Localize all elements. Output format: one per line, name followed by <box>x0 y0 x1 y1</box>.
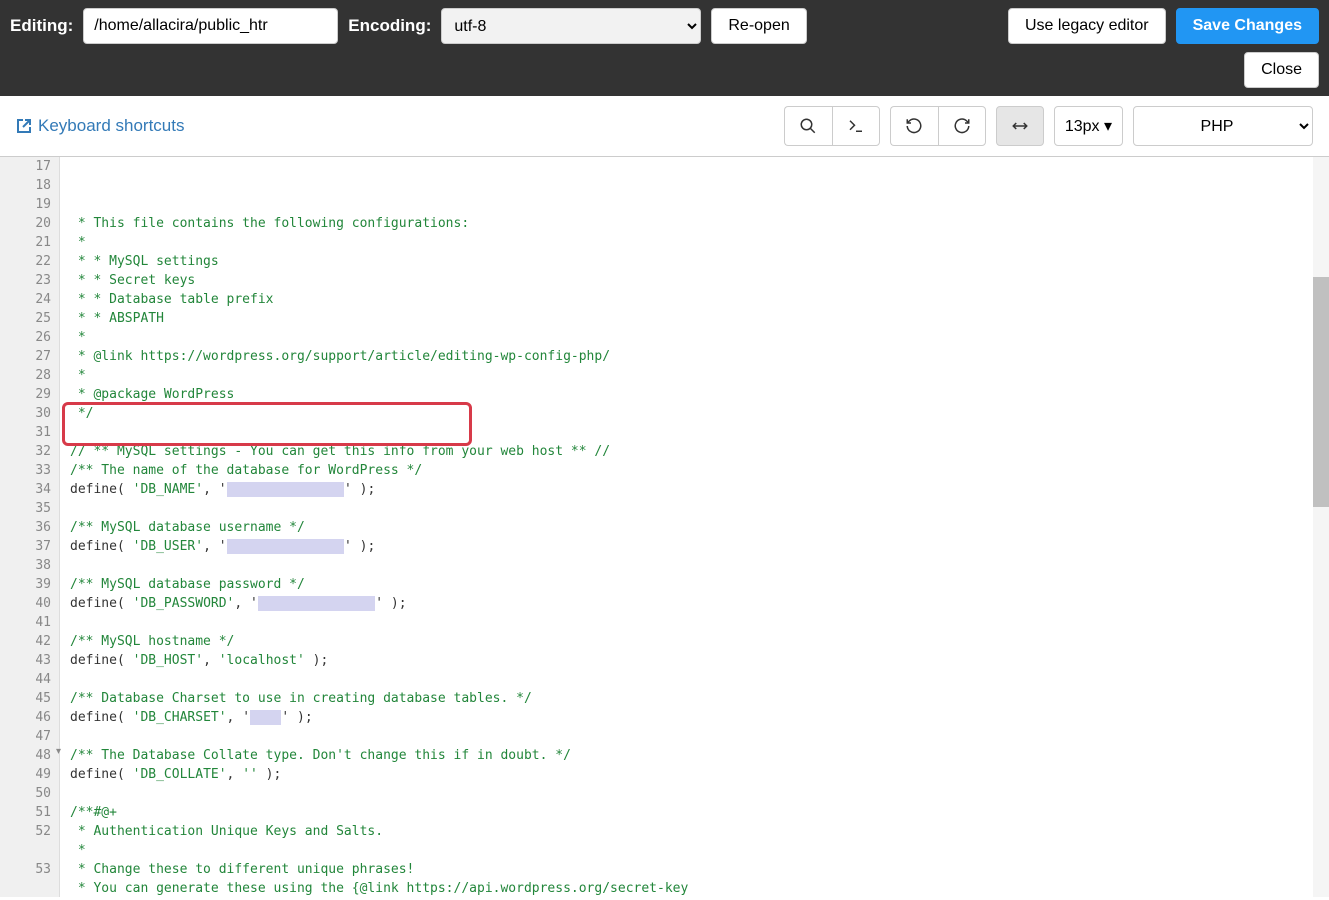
search-button[interactable] <box>784 106 832 146</box>
keyboard-shortcuts-link[interactable]: Keyboard shortcuts <box>16 116 184 136</box>
undo-button[interactable] <box>890 106 938 146</box>
wrap-button[interactable] <box>996 106 1044 146</box>
save-changes-button[interactable]: Save Changes <box>1176 8 1319 44</box>
external-link-icon <box>16 118 32 134</box>
terminal-icon <box>847 117 865 135</box>
wrap-icon <box>1011 117 1029 135</box>
file-path-input[interactable] <box>83 8 338 44</box>
redo-button[interactable] <box>938 106 986 146</box>
undo-icon <box>905 117 923 135</box>
editor-toolbar: Keyboard shortcuts 13px ▾ PHP <box>0 96 1329 157</box>
close-button[interactable]: Close <box>1244 52 1319 88</box>
fold-marker[interactable]: ▾ <box>56 746 61 757</box>
scrollbar-thumb[interactable] <box>1313 277 1329 507</box>
editor-topbar: Editing: Encoding: utf-8 Re-open Use leg… <box>0 0 1329 52</box>
font-size-select[interactable]: 13px ▾ <box>1054 106 1123 146</box>
redo-icon <box>953 117 971 135</box>
legacy-editor-button[interactable]: Use legacy editor <box>1008 8 1166 44</box>
search-icon <box>799 117 817 135</box>
language-select[interactable]: PHP <box>1133 106 1313 146</box>
code-editor[interactable]: 1718192021222324252627282930313233343536… <box>0 157 1329 897</box>
encoding-label: Encoding: <box>348 16 431 36</box>
reopen-button[interactable]: Re-open <box>711 8 806 44</box>
terminal-button[interactable] <box>832 106 880 146</box>
code-area[interactable]: * This file contains the following confi… <box>60 157 1329 897</box>
editing-label: Editing: <box>10 16 73 36</box>
line-number-gutter: 1718192021222324252627282930313233343536… <box>0 157 60 897</box>
editor-topbar-row2: Close <box>0 52 1329 96</box>
encoding-select[interactable]: utf-8 <box>441 8 701 44</box>
vertical-scrollbar[interactable] <box>1313 157 1329 897</box>
